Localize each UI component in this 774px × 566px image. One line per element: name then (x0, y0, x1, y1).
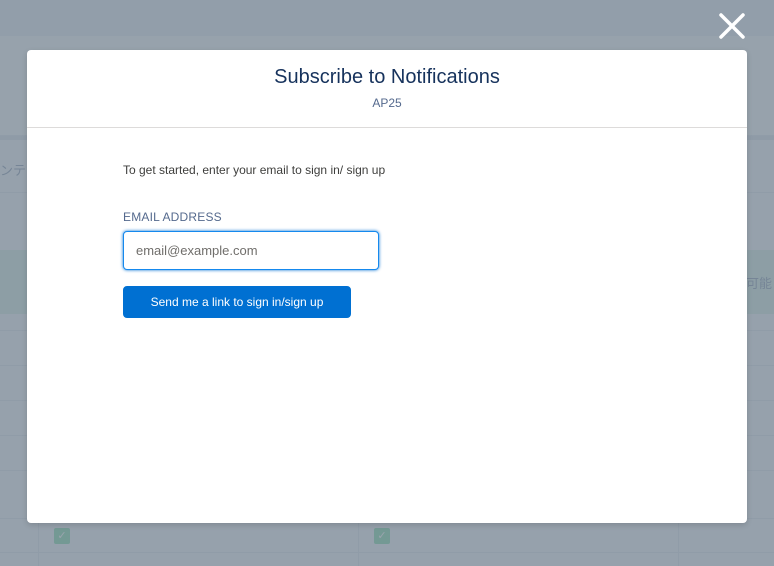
modal-title: Subscribe to Notifications (274, 66, 500, 88)
subscribe-modal: Subscribe to Notifications AP25 To get s… (27, 50, 747, 523)
intro-text: To get started, enter your email to sign… (123, 163, 386, 177)
email-input[interactable] (123, 231, 379, 270)
close-button[interactable] (716, 10, 748, 42)
modal-body: To get started, enter your email to sign… (27, 128, 747, 318)
email-label: EMAIL ADDRESS (123, 210, 222, 224)
modal-subtitle: AP25 (372, 96, 402, 110)
modal-header: Subscribe to Notifications AP25 (27, 50, 747, 128)
send-link-button[interactable]: Send me a link to sign in/sign up (123, 286, 351, 318)
close-icon (719, 13, 745, 39)
